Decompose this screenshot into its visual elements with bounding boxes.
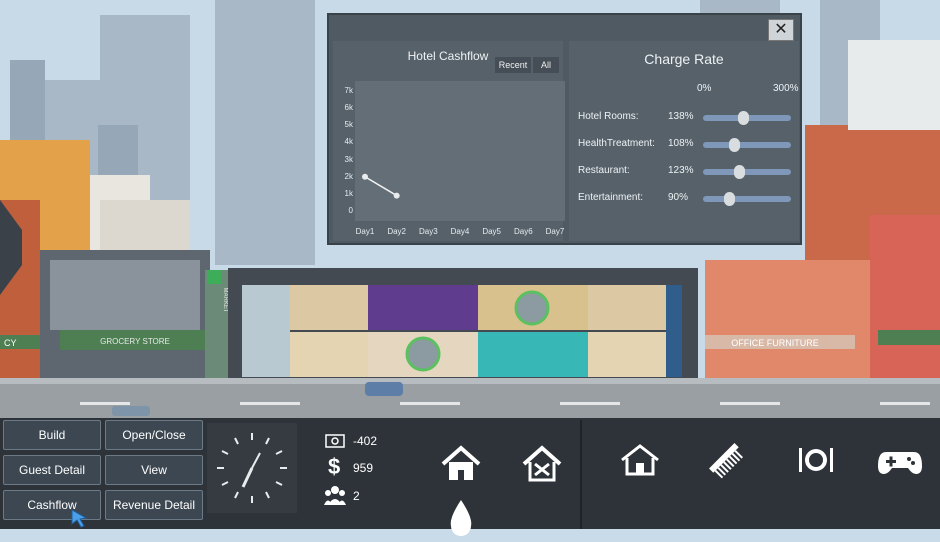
dollar-icon: $ [328,454,341,479]
rate-row-label: Hotel Rooms: [578,111,639,122]
open-close-button[interactable]: Open/Close [105,420,203,450]
rate-row-label: Restaurant: [578,165,630,176]
y-tick-label: 0 [348,206,353,215]
rate-row-label: Entertainment: [578,192,644,203]
dining-icon[interactable] [792,436,840,484]
x-tick-label: Day2 [387,227,406,236]
y-tick-label: 5k [344,120,353,130]
guest-detail-button[interactable]: Guest Detail [3,455,101,485]
money-value: 959 [353,461,374,475]
build-button[interactable]: Build [3,420,101,450]
rate-row-value: 90% [668,192,689,203]
toggle-all-button[interactable]: All [533,57,559,73]
rate-slider-handle[interactable] [729,138,741,152]
house-tools-icon[interactable] [518,440,566,488]
rate-slider[interactable] [703,138,791,152]
rate-slider[interactable] [703,165,791,179]
rate-slider[interactable] [703,192,791,206]
rate-slider-handle[interactable] [737,111,749,125]
rate-row-label: HealthTreatment: [578,138,655,149]
x-tick-label: Day7 [545,227,565,236]
rate-row-value: 123% [668,165,694,176]
toggle-recent-button[interactable]: Recent [495,57,531,73]
finance-panel: ✕ Hotel Cashflow Recent All 0 1k 2k 3k 4k 5k 6… [327,13,802,245]
rate-slider[interactable] [703,111,791,125]
rate-min-label: 0% [697,83,712,94]
cashflow-data-point [393,192,400,199]
y-tick-label: 4k [344,137,353,147]
rate-row-value: 138% [668,111,694,122]
view-button[interactable]: View [105,455,203,485]
cash-bill-icon [325,434,345,448]
rate-slider-handle[interactable] [723,192,735,206]
grocery-sign: GROCERY STORE [100,337,170,346]
clock-icon [217,433,287,503]
x-tick-label: Day5 [482,227,501,236]
pharmacy-sign: CY [4,338,17,348]
y-tick-label: 7k [344,86,353,95]
cashflow-line-chart [362,173,400,199]
y-tick-label: 3k [344,154,353,164]
x-tick-label: Day6 [513,227,533,236]
rate-max-label: 300% [773,83,799,94]
x-tick-label: Day1 [355,227,375,236]
cashflow-data-point [362,173,368,180]
y-tick-label: 1k [344,188,353,198]
water-drop-icon[interactable] [437,494,485,542]
rate-row-value: 108% [668,138,694,149]
bar-divider [580,420,582,529]
close-icon[interactable]: ✕ [768,19,794,41]
home-icon[interactable] [437,440,485,488]
market-sign: MARKET [222,287,228,312]
x-tick-label: Day3 [418,227,438,236]
y-tick-label: 2k [344,171,353,181]
guests-value: 2 [353,489,360,503]
guests-icon [324,486,346,505]
rate-slider-handle[interactable] [733,165,745,179]
revenue-detail-button[interactable]: Revenue Detail [105,490,203,520]
comb-icon[interactable] [702,436,750,484]
charge-rate-title: Charge Rate [644,51,724,67]
charge-rate-section: Charge Rate 0% 300% Hotel Rooms: 138% Heal… [569,41,799,241]
cashflow-series-line [364,176,398,197]
money-change-value: -402 [353,434,378,448]
gamepad-icon[interactable] [876,436,924,484]
furniture-sign: OFFICE FURNITURE [731,338,819,348]
room-icon[interactable] [616,436,664,484]
cursor-icon [71,509,88,528]
game-clock [207,423,297,513]
y-tick-label: 6k [344,103,353,113]
cashflow-section: Hotel Cashflow Recent All 0 1k 2k 3k 4k 5k 6k 7… [333,41,565,241]
x-tick-label: Day4 [450,227,470,236]
